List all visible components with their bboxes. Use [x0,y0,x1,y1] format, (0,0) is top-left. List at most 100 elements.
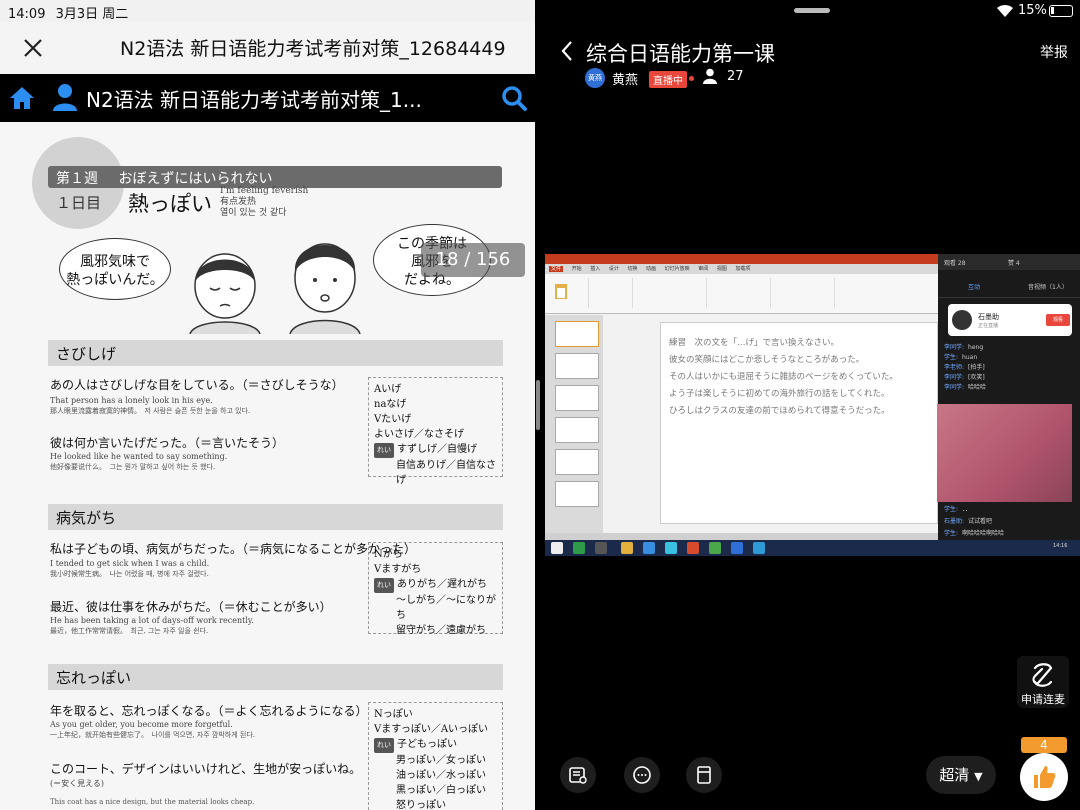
slide-line: 彼女の笑顔にはどこか悲しそうなところがあった。 [669,355,865,365]
ppt-tab: 幻灯片放映 [664,266,690,272]
ppt-ribbon-tabs: 文件 开始 插入 设计 切换 动画 幻灯片放映 审阅 视图 加载项 [545,264,938,274]
home-icon[interactable] [8,84,36,112]
conjugation-rule: Vますっぽい／Aいっぽい [374,724,489,735]
like-button[interactable] [1020,753,1068,801]
notes-button[interactable] [560,757,596,793]
conjugation-rule: よいさげ／なさそげ [374,429,464,440]
close-button[interactable] [18,34,48,62]
conjugation-example-text: 留守がち／遠慮がち [396,625,486,636]
conjugation-example-text: すずしげ／自慢げ [397,444,477,455]
taskbar-app-icon [753,542,765,554]
slide-thumbnail [555,481,599,507]
chat-user: 李同学: [944,344,965,351]
video-quality-selector[interactable]: 超清 ▼ [926,756,996,794]
example-translation: 一上年纪，就开始有些健忘了。 나이를 먹으면, 자주 깜박하게 된다. [50,731,256,739]
teacher-avatar[interactable]: 黄燕 [585,68,605,88]
chat-pin-button: 观看 [1046,314,1070,326]
status-bar: 15% [540,0,1080,22]
conjugation-example-text: 男っぽい／女っぽい [396,755,486,766]
chat-user: 李同学: [944,384,965,391]
ribbon-group [549,278,589,308]
live-video-stream[interactable]: 文件 开始 插入 设计 切换 动画 幻灯片放映 审阅 视图 加载项 練習 次の文… [545,254,1080,556]
user-icon[interactable] [52,83,78,111]
conjugation-example-text: 油っぽい／水っぽい [396,770,486,781]
ppt-tab: 插入 [590,266,601,272]
example-translation: 我小时候常生病。 나는 어렸을 때, 병에 자주 걸렸다. [50,570,209,578]
caret-down-icon: ▼ [974,770,983,783]
example-translation-en: That person has a lonely look in his eye… [50,396,213,405]
like-count: 4 [1021,737,1067,753]
example-tag: れい [374,443,394,458]
chat-text: 哈哈哈 [968,384,987,391]
chat-message: 学生: huan [944,352,977,361]
ppt-ribbon [545,274,938,314]
ribbon-group [637,278,707,308]
conjugation-example-text: 子どもっぽい [397,739,457,750]
avatar [952,310,972,330]
document-navbar: N2语法 新日语能力考试考前对策_1... [0,74,535,122]
split-view-divider[interactable] [536,380,540,430]
chat-message: 石墨助: 试试看吧 [944,516,992,525]
chat-tab: 音视频（1人） [1028,284,1068,291]
conjugation-box: Nっぽい Vますっぽい／Aいっぽい れい 子どもっぽい 男っぽい／女っぽい 油っぽ… [368,702,503,810]
slide-line: よう子は楽しそうに初めての海外旅行の話をしてくれた。 [669,389,890,399]
chat-user: 李同学: [944,374,965,381]
course-title: 综合日语能力第一课 [586,42,775,66]
speech-bubble-left: 風邪気味で 熱っぽいんだ。 [59,238,171,300]
section-title: 忘れっぽい [48,664,503,690]
chat-likes: 赞 4 [1008,260,1020,267]
conjugation-example-text: 怒りっぽい [396,800,446,810]
week-header: 第１週 おぼえずにはいられない [48,166,502,188]
status-date: 3月3日 周二 [55,7,129,22]
apply-mic-button[interactable]: 申请连麦 [1017,656,1069,708]
example-translation: 最近，他工作常常请假。 최근, 그는 자주 일을 쉰다. [50,627,209,635]
bubble-left-line: 熱っぽいんだ。 [66,272,164,288]
slide-thumbnails [545,315,603,533]
viewer-count: 27 [727,69,744,84]
chat-text: huan [962,354,978,361]
section-title: さびしげ [48,340,503,366]
example-translation-en: (＝安く見える) [50,779,105,788]
chat-pinned-card: 石墨助 正在直播 观看 [948,304,1072,336]
taskbar-app-icon [687,542,699,554]
windows-taskbar: 14:16 [545,540,1080,556]
wifi-icon [997,4,1013,17]
chat-viewers: 观看 28 [944,260,966,267]
example-sentence: 年を取ると、忘れっぽくなる。（＝よく忘れるようになる） [50,704,368,718]
materials-button[interactable] [686,757,722,793]
report-button[interactable]: 举报 [1040,42,1068,62]
taskbar-app-icon [595,542,607,554]
multitask-handle[interactable] [794,8,830,13]
slide-line: その人はいかにも退屈そうに雑誌のページをめくっていた。 [669,372,898,382]
chat-user: 石墨助: [944,518,965,525]
example-translation-en: He looked like he wanted to say somethin… [50,452,228,461]
chat-message: 学生: ．． [944,504,971,513]
slide-thumbnail [555,353,599,379]
ppt-tab: 视图 [716,266,727,272]
example-sentence: 彼は何か言いたげだった。（＝言いたそう） [50,436,285,450]
conjugation-rule: Aいげ [374,384,402,395]
chat-text: [欢笑] [968,374,985,381]
status-bar: 14:09 3月3日 周二 [0,0,535,22]
back-button[interactable] [560,40,576,62]
slide-thumbnail [555,449,599,475]
conjugation-rule: Nがち [374,549,403,560]
section-title: 病気がち [48,504,503,530]
week-title: おぼえずにはいられない [118,171,273,187]
conjugation-rule: Vますがち [374,564,422,575]
chat-user: 学生: [944,354,959,361]
chat-tabs: 互动 音视频（1人） [938,278,1080,298]
battery-icon [1049,5,1073,17]
conjugation-example: れい ありがち／遅れがち [374,577,497,593]
slide-thumbnail [555,321,599,347]
chat-pin-name: 石墨助 [978,313,999,321]
close-icon [24,39,42,57]
comment-button[interactable] [624,757,660,793]
live-dot [689,76,694,81]
chat-tab: 互动 [968,284,981,291]
document-page: 第１週 おぼえずにはいられない １日目 熱っぽい I'm feeling fev… [0,122,535,810]
paste-icon [555,284,567,299]
search-icon[interactable] [500,84,528,112]
chat-text: [拍手] [968,364,985,371]
chat-message: 李老师: [拍手] [944,362,985,371]
